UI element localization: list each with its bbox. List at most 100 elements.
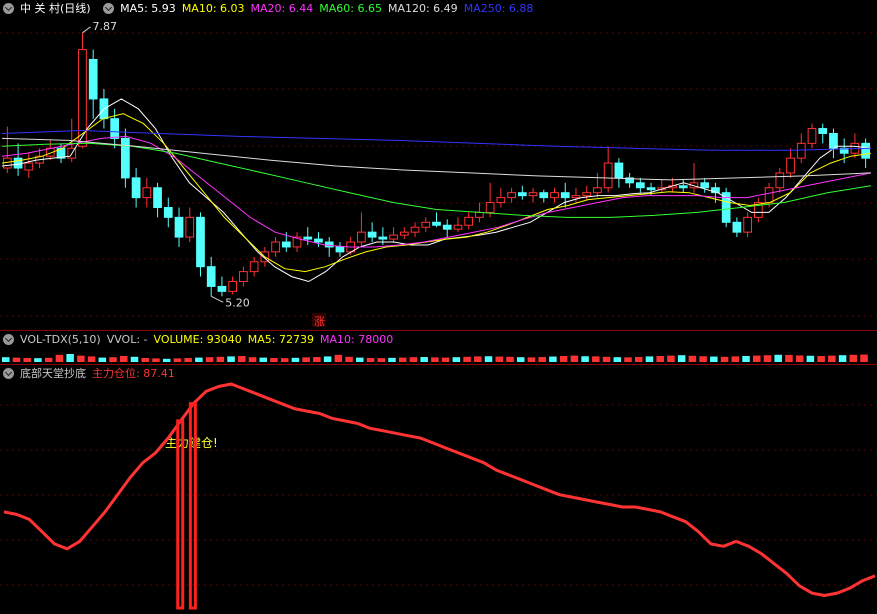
candle-body [131,177,141,199]
volume-bar [356,357,364,362]
candle-body [153,187,162,208]
volume-bar [763,355,772,362]
high-marker [82,26,91,34]
candle-body [142,187,152,199]
candle-body [571,195,581,199]
candle-body [603,162,613,189]
volume-bar [785,354,793,362]
candle-body [410,226,420,233]
volume-bar [731,356,740,362]
candle-body [614,162,624,179]
candle-body [764,187,774,204]
volume-bar [474,356,482,362]
volume-bar [345,356,353,362]
volume-bar [849,354,858,362]
volume-bar [592,356,600,362]
volume-bar [280,358,289,362]
volume-bar [98,357,107,362]
volume-bar [624,357,632,362]
volume-bar [216,356,225,362]
candle-body [206,266,216,287]
candle-body [539,192,549,199]
volume-bar [677,355,686,362]
candle-body [185,216,195,238]
volume-bar [184,358,192,362]
signal-bar [188,402,197,610]
volume-bar [699,356,707,362]
candle-body [367,231,377,238]
volume-bar [495,356,504,362]
volume-bar [55,354,64,362]
zhang-badge-label: 涨 [314,315,325,328]
volume-bar [409,357,418,362]
volume-bar [398,357,407,362]
candle-body [743,216,752,233]
candle-body [110,118,120,139]
candle-body [861,142,870,159]
candle-body [217,285,227,292]
volume-bar [817,356,825,362]
volume-bar [549,356,557,362]
volume-bar [141,358,149,362]
volume-bar [66,354,74,362]
volume-bar [12,357,21,362]
candle-body [271,241,280,253]
volume-bar [87,356,96,362]
volume-bar [77,355,85,362]
candle-body [496,197,506,204]
candle-body [228,280,238,292]
candle-body [357,231,366,243]
volume-bar [752,355,761,362]
candle-body [389,234,398,240]
volume-bar [516,357,525,362]
candle-body [174,216,184,238]
volume-bar [452,357,461,362]
volume-bar [559,356,568,362]
volume-bar [538,357,546,362]
candle-body [646,187,656,191]
candle-body [314,238,323,243]
volume-bar [570,355,579,362]
volume-bar [431,357,439,362]
candle-body [593,187,602,194]
low-marker [210,295,224,303]
volume-bar [377,358,386,362]
candle-body [378,236,388,240]
ma-line-MA120 [1,137,872,181]
candle-body [335,246,345,253]
volume-bar [323,356,332,362]
candle-body [786,157,795,174]
volume-bar [581,356,589,362]
volume-bar [270,358,278,362]
volume-bar [667,355,675,362]
volume-bar [774,354,782,362]
volume-bar [838,355,847,362]
volume-bar [527,357,536,362]
candle-body [775,172,785,189]
volume-bar [173,358,182,362]
volume-bar [420,357,428,362]
volume-bar [2,357,10,362]
chart-canvas: 7.87 5.20 涨 [0,20,877,610]
candle-body [560,192,570,199]
volume-bar [742,356,750,362]
candle-body [432,221,441,226]
volume-bar [248,357,257,362]
volume-bar [602,356,611,362]
volume-bar [130,356,139,362]
volume-bar [259,357,267,362]
volume-bar [828,355,836,362]
volume-bar [806,355,815,362]
candle-body [421,221,431,228]
volume-bar [195,357,203,362]
volume-bar [120,356,128,362]
ma-line-MA250 [1,129,872,151]
volume-bar [441,357,450,362]
candle-body [121,137,130,179]
position-line [3,382,876,597]
candle-body [485,202,495,213]
candle-body [678,185,688,189]
volume-bar [44,357,53,362]
volume-bar [34,358,42,362]
volume-bar [634,357,643,362]
